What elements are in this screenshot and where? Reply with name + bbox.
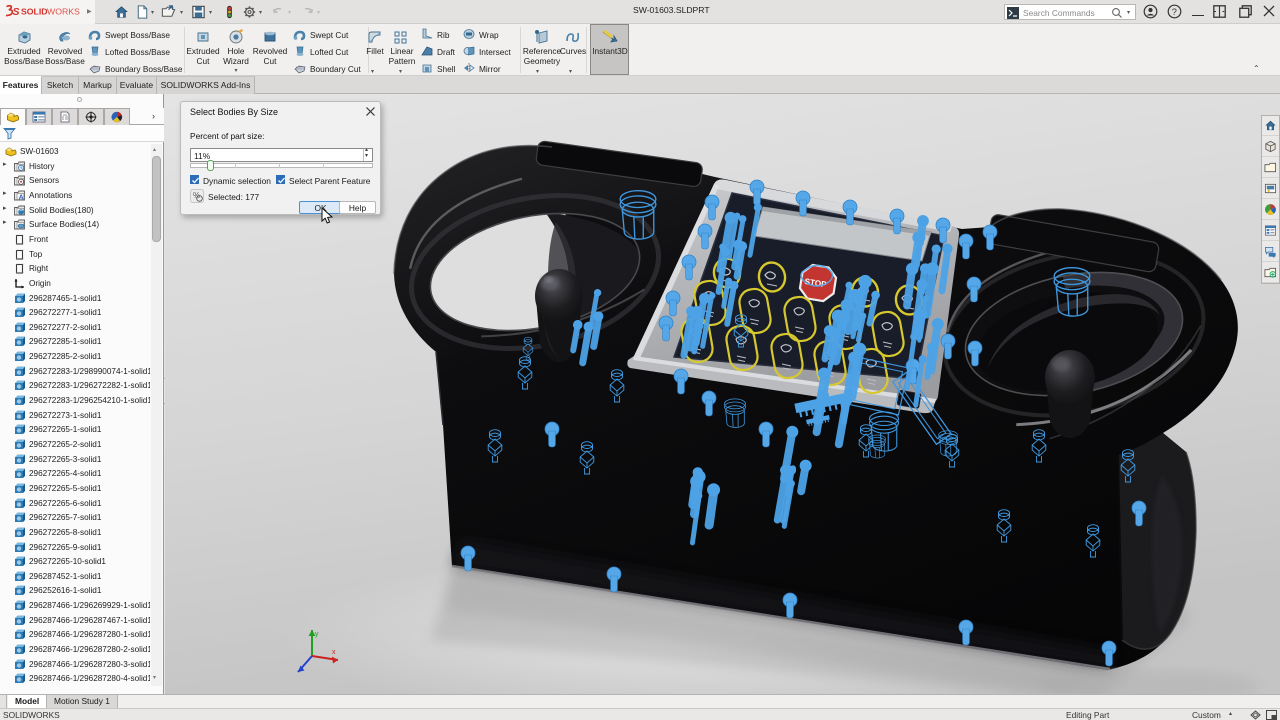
- svg-text:SOLID: SOLID: [21, 7, 48, 17]
- svg-text:y: y: [315, 631, 319, 638]
- svg-text:?: ?: [1172, 7, 1177, 18]
- svg-text:S: S: [13, 6, 20, 18]
- svg-text:x: x: [332, 649, 336, 656]
- svg-text:A: A: [19, 194, 24, 201]
- svg-text:WORKS: WORKS: [47, 7, 80, 17]
